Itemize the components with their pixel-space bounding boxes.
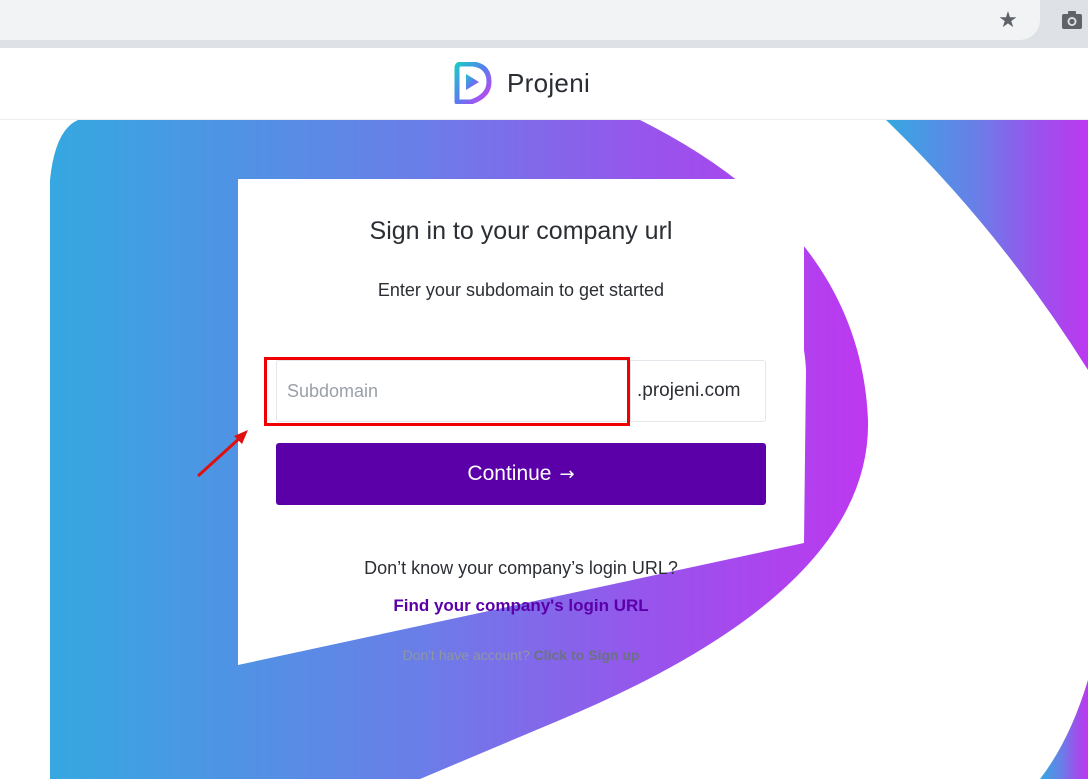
app-header: Projeni bbox=[0, 48, 1088, 120]
brand[interactable]: Projeni bbox=[453, 62, 590, 104]
camera-icon[interactable] bbox=[1061, 10, 1083, 30]
arrow-right-icon: → bbox=[559, 463, 575, 485]
annotation-arrow-icon bbox=[196, 430, 248, 478]
no-account-text: Don't have account? bbox=[402, 647, 530, 663]
signin-card: Sign in to your company url Enter your s… bbox=[238, 179, 804, 543]
login-url-question: Don’t know your company’s login URL? bbox=[364, 558, 678, 578]
browser-toolbar: ★ bbox=[0, 0, 1088, 48]
page-title: Sign in to your company url bbox=[369, 217, 673, 245]
signup-prompt: Don't have account? Click to Sign up bbox=[238, 647, 804, 663]
login-page: ★ Projeni Sign in to your company url En… bbox=[0, 0, 1088, 779]
continue-button[interactable]: Continue → bbox=[276, 443, 766, 505]
signup-link[interactable]: Click to Sign up bbox=[534, 647, 640, 663]
star-icon[interactable]: ★ bbox=[996, 9, 1020, 33]
projeni-logo-icon bbox=[454, 62, 492, 104]
subdomain-input[interactable] bbox=[276, 360, 630, 422]
domain-suffix: .projeni.com bbox=[630, 360, 766, 422]
address-bar[interactable] bbox=[0, 0, 1040, 40]
page-subtitle: Enter your subdomain to get started bbox=[377, 280, 665, 300]
brand-name: Projeni bbox=[507, 67, 591, 98]
continue-label: Continue bbox=[467, 462, 552, 485]
find-login-url-link[interactable]: Find your company's login URL bbox=[238, 596, 804, 616]
subdomain-input-group: .projeni.com bbox=[276, 360, 766, 422]
